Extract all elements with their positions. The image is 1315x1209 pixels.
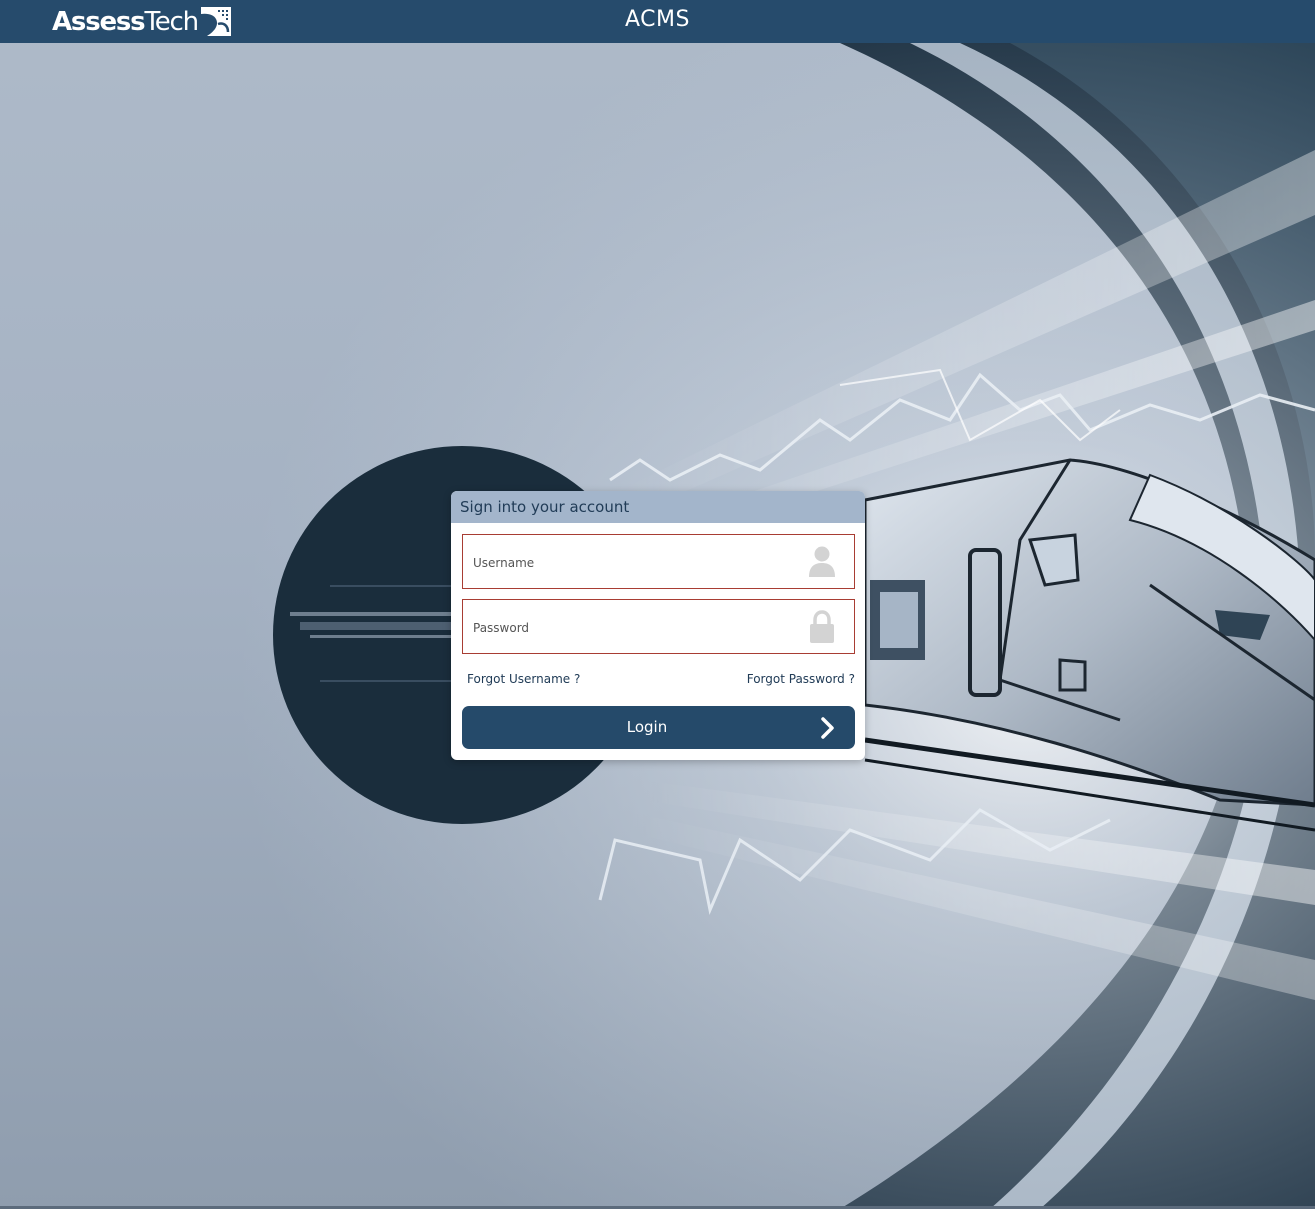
forgot-username-link[interactable]: Forgot Username ?	[467, 672, 580, 686]
login-button[interactable]: Login	[462, 706, 855, 749]
username-input[interactable]	[463, 535, 815, 590]
username-field	[462, 534, 855, 590]
password-input[interactable]	[463, 600, 815, 655]
forgot-password-link[interactable]: Forgot Password ?	[747, 672, 855, 686]
lock-icon	[810, 610, 834, 643]
chevron-right-icon	[821, 717, 834, 739]
user-icon	[809, 546, 835, 577]
top-header-bar: AssessTech ACMS	[0, 0, 1315, 43]
login-panel: Sign into your account Forgot Username ?…	[451, 491, 865, 760]
password-field	[462, 599, 855, 655]
forgot-links-row: Forgot Username ? Forgot Password ?	[467, 672, 855, 690]
login-panel-heading: Sign into your account	[451, 491, 865, 523]
login-button-label: Login	[626, 718, 668, 736]
app-title: ACMS	[625, 7, 690, 32]
login-page: AssessTech ACMS Sign into your account U…	[0, 0, 1315, 1209]
